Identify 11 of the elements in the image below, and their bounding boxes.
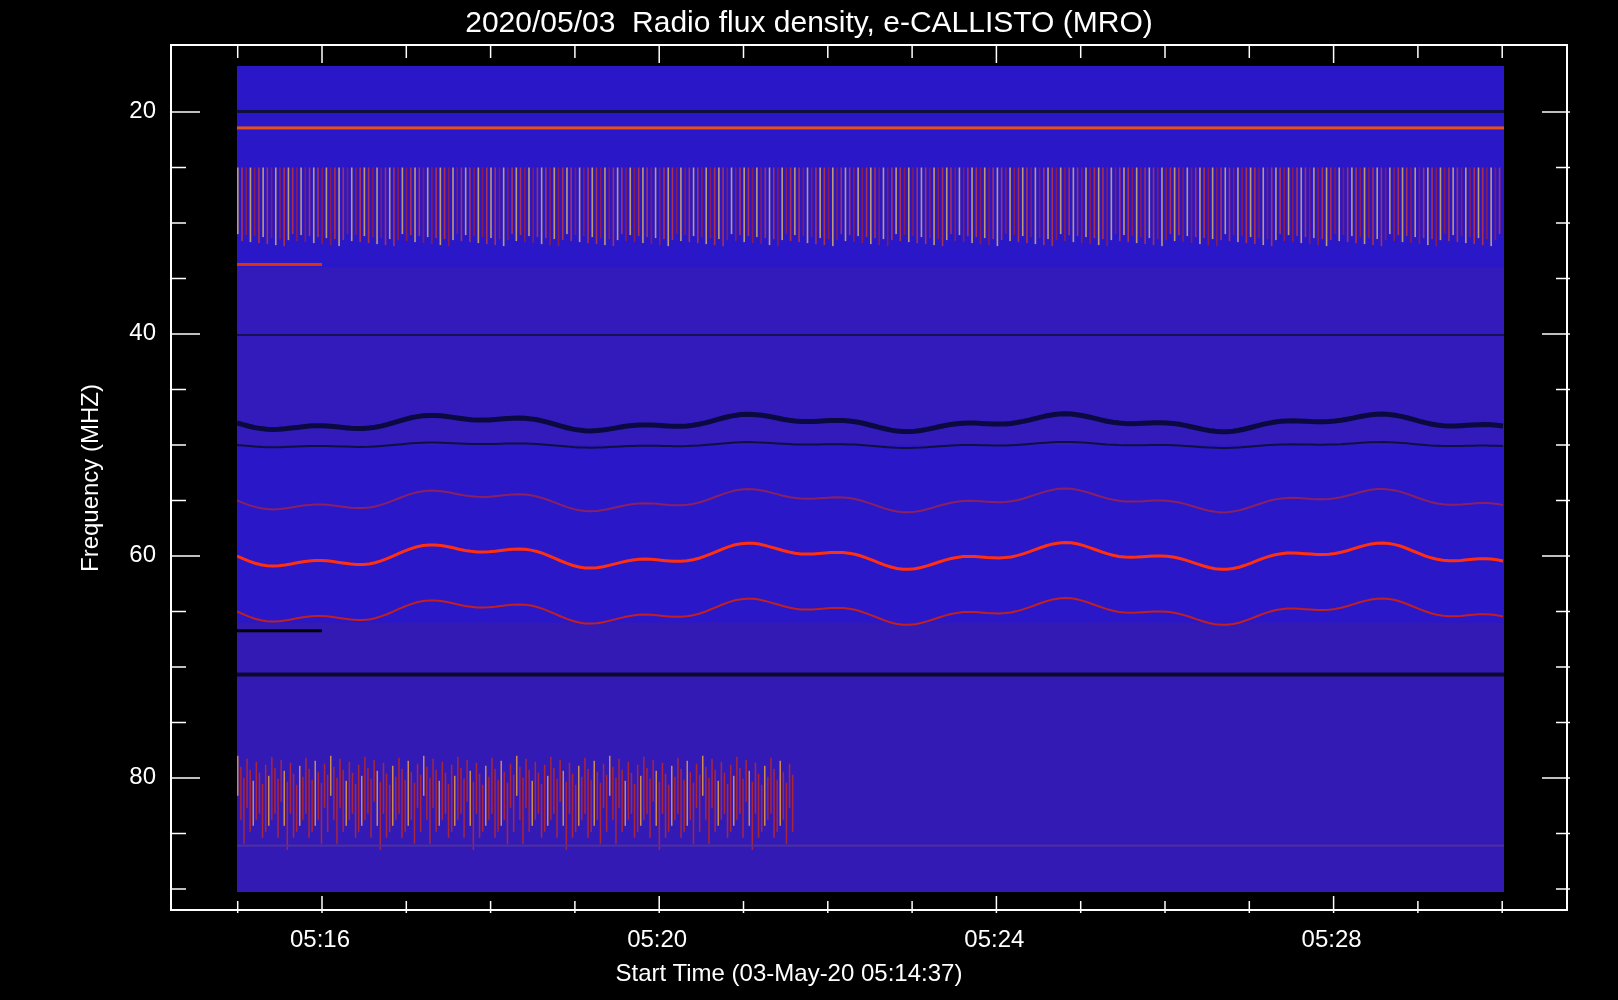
y-axis-label: Frequency (MHZ) [78,383,102,572]
x-axis-label: Start Time (03-May-20 05:14:37) [615,961,963,985]
y-tick-label: 80 [128,764,156,788]
x-tick-label: 05:24 [963,927,1026,951]
y-tick-label: 60 [128,542,156,566]
chart-title: 2020/05/03 Radio flux density, e-CALLISTO (MRO) [465,7,1153,37]
x-tick-label: 05:16 [288,927,352,951]
x-tick-label: 05:20 [626,927,689,951]
y-tick-label: 20 [128,98,156,122]
x-tick-label: 05:28 [1300,927,1363,951]
y-tick-label: 40 [128,320,156,344]
